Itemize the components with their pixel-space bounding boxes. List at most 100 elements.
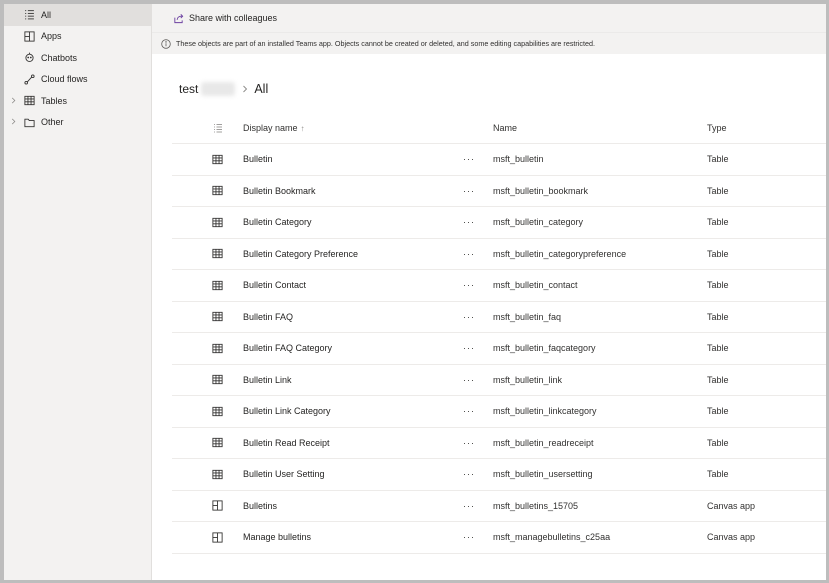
sidebar-item-chatbots[interactable]: Chatbots — [4, 47, 151, 69]
more-options-button[interactable]: ··· — [463, 312, 493, 322]
table-icon — [212, 185, 223, 196]
list-icon — [23, 9, 35, 21]
table-row[interactable]: Bulletin Bookmark ··· msft_bulletin_bookma… — [172, 176, 826, 207]
table-icon — [212, 248, 223, 259]
more-options-button[interactable]: ··· — [463, 280, 493, 290]
table-icon — [212, 280, 223, 291]
table-row[interactable]: Bulletin Category Preference ··· msft_bull… — [172, 239, 826, 270]
more-options-button[interactable]: ··· — [463, 343, 493, 353]
display-name-cell[interactable]: Bulletin Contact — [243, 280, 463, 290]
more-options-button[interactable]: ··· — [463, 375, 493, 385]
sidebar-item-label: Other — [41, 117, 64, 128]
table-row[interactable]: Bulletin Contact ··· msft_bulletin_contact… — [172, 270, 826, 302]
share-button-label: Share with colleagues — [189, 13, 278, 23]
more-options-button[interactable]: ··· — [463, 217, 493, 227]
display-name-cell[interactable]: Bulletin FAQ — [243, 312, 463, 322]
table-row[interactable]: Bulletin Read Receipt ··· msft_bulletin_re… — [172, 428, 826, 459]
table-icon — [212, 374, 223, 385]
type-cell: Table — [707, 469, 729, 480]
table-row[interactable]: Bulletin FAQ ··· msft_bulletin_faq Table — [172, 302, 826, 333]
display-name-cell[interactable]: Bulletin Category Preference — [243, 249, 463, 259]
display-name-cell[interactable]: Bulletin Link Category — [243, 406, 463, 416]
table-row[interactable]: Bulletin Category ··· msft_bulletin_catego… — [172, 207, 826, 239]
sidebar-item-cloud-flows[interactable]: Cloud flows — [4, 69, 151, 91]
type-cell: Canvas app — [707, 532, 756, 543]
type-cell: Table — [707, 217, 729, 228]
type-column-header-label[interactable]: Type — [707, 123, 807, 133]
name-cell: msft_bulletins_15705 — [493, 500, 579, 511]
type-cell: Canvas app — [707, 500, 756, 511]
name-cell: msft_bulletin_faqcategory — [493, 343, 596, 354]
chevron-right-icon[interactable] — [8, 117, 18, 127]
display-name-cell[interactable]: Bulletin User Setting — [243, 469, 463, 479]
display-name-header-label: Display name — [243, 123, 298, 133]
more-options-button[interactable]: ··· — [463, 469, 493, 479]
type-cell: Table — [707, 406, 729, 417]
table-row[interactable]: Bulletin ··· msft_bulletin Table — [172, 144, 826, 176]
name-cell: msft_bulletin_faq — [493, 311, 562, 322]
more-options-button[interactable]: ··· — [463, 438, 493, 448]
more-options-button[interactable]: ··· — [463, 532, 493, 542]
table-icon — [212, 437, 223, 448]
sidebar-item-label: Chatbots — [41, 52, 78, 63]
sidebar-item-tables[interactable]: Tables — [4, 90, 151, 112]
more-options-button[interactable]: ··· — [463, 186, 493, 196]
canvas-app-icon — [212, 532, 223, 543]
sort-ascending-icon: ↑ — [300, 124, 305, 133]
display-name-column-header[interactable]: Display name ↑ — [243, 123, 463, 133]
display-name-cell[interactable]: Bulletin — [243, 154, 463, 164]
type-cell: Table — [707, 248, 729, 259]
chatbot-icon — [23, 52, 35, 64]
display-name-cell[interactable]: Bulletin Link — [243, 375, 463, 385]
command-bar: Share with colleagues — [152, 4, 826, 32]
row-type-icon-cell — [172, 343, 243, 354]
display-name-cell[interactable]: Bulletin Read Receipt — [243, 438, 463, 448]
display-name-cell[interactable]: Bulletin Bookmark — [243, 186, 463, 196]
table-icon — [212, 311, 223, 322]
display-name-cell[interactable]: Bulletin FAQ Category — [243, 343, 463, 353]
type-cell: Table — [707, 343, 729, 354]
share-icon — [172, 12, 184, 24]
sidebar-item-apps[interactable]: Apps — [4, 26, 151, 48]
table-row[interactable]: Bulletin Link Category ··· msft_bulletin_l… — [172, 396, 826, 428]
more-options-button[interactable]: ··· — [463, 501, 493, 511]
type-cell: Table — [707, 280, 729, 291]
table-row[interactable]: Bulletin FAQ Category ··· msft_bulletin_fa… — [172, 333, 826, 365]
table-icon — [23, 95, 35, 107]
sidebar-item-all[interactable]: All — [4, 4, 151, 26]
table-row[interactable]: Bulletin Link ··· msft_bulletin_link Table — [172, 365, 826, 396]
display-name-cell[interactable]: Bulletin Category — [243, 217, 463, 227]
chevron-right-icon[interactable] — [8, 95, 18, 105]
row-type-icon-cell — [172, 217, 243, 228]
row-type-icon-cell — [172, 437, 243, 448]
table-header: Display name ↑ Name Type — [172, 113, 826, 144]
name-cell: msft_bulletin_bookmark — [493, 185, 589, 196]
more-options-button[interactable]: ··· — [463, 154, 493, 164]
table-row[interactable]: Bulletin User Setting ··· msft_bulletin_us… — [172, 459, 826, 491]
chevron-right-icon — [239, 83, 251, 95]
display-name-cell[interactable]: Bulletins — [243, 501, 463, 511]
breadcrumb-solution[interactable]: test — [179, 82, 198, 96]
sidebar-item-label: Apps — [41, 31, 62, 42]
name-cell: msft_bulletin_usersetting — [493, 469, 593, 480]
name-cell: msft_bulletin — [493, 154, 544, 165]
sidebar-item-other[interactable]: Other — [4, 112, 151, 134]
name-cell: msft_bulletin_readreceipt — [493, 437, 594, 448]
info-banner: These objects are part of an installed T… — [152, 32, 826, 54]
more-options-button[interactable]: ··· — [463, 406, 493, 416]
type-column-header[interactable] — [172, 123, 243, 134]
table-row[interactable]: Manage bulletins ··· msft_managebulletins_… — [172, 522, 826, 554]
name-cell: msft_bulletin_category — [493, 217, 584, 228]
info-message: These objects are part of an installed T… — [176, 39, 595, 48]
type-cell: Table — [707, 311, 729, 322]
name-cell: msft_bulletin_link — [493, 374, 563, 385]
type-cell: Table — [707, 374, 729, 385]
row-type-icon-cell — [172, 406, 243, 417]
table-row[interactable]: Bulletins ··· msft_bulletins_15705 Canvas a… — [172, 491, 826, 522]
share-button[interactable]: Share with colleagues — [172, 12, 277, 24]
more-options-button[interactable]: ··· — [463, 249, 493, 259]
display-name-cell[interactable]: Manage bulletins — [243, 532, 463, 542]
name-column-header[interactable]: Name — [493, 123, 707, 133]
row-type-icon-cell — [172, 532, 243, 543]
sidebar-item-label: Tables — [41, 95, 68, 106]
